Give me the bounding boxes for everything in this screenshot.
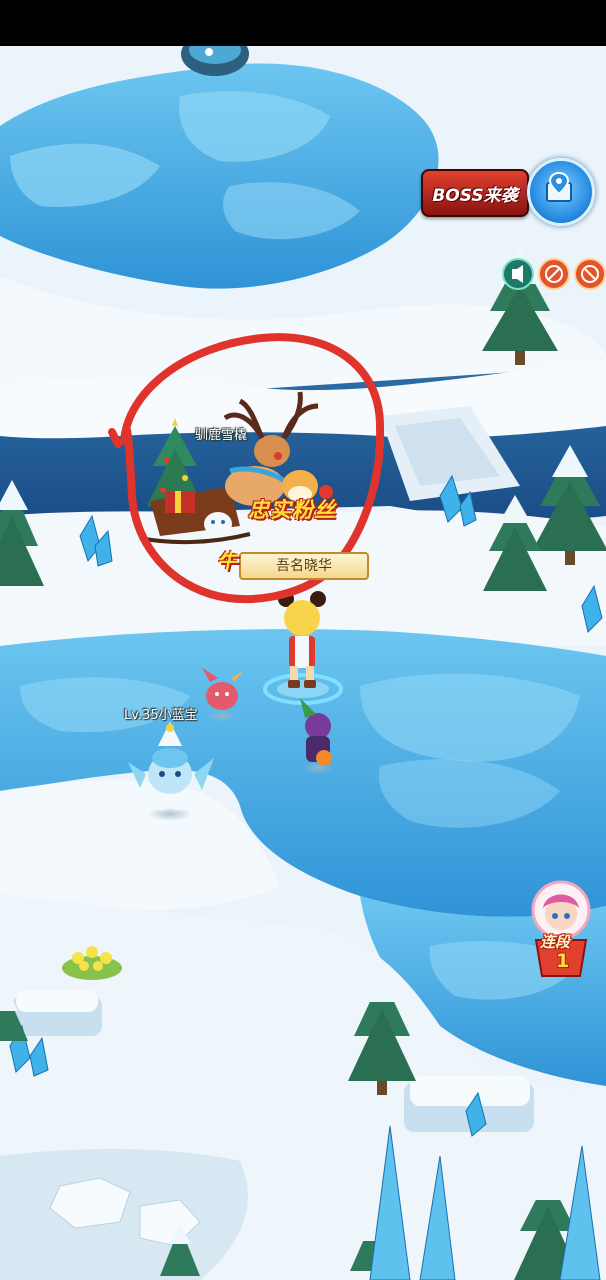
mute-icon [545,265,563,283]
music-toggle-button[interactable] [574,258,606,290]
title-prefix-glyph: 牛 [217,549,237,573]
boss-event-button[interactable]: BOSS来袭 [421,169,529,217]
map-button[interactable] [527,158,595,226]
boss-event-label: BOSS来袭 [432,185,518,206]
mute-button[interactable] [538,258,570,290]
title-banner-text: 忠实粉丝 [248,498,336,522]
player-name-plate[interactable]: 吾名晓华 [239,552,369,580]
pet-level-label: Lv.35小蓝宝 [124,708,198,723]
status-bar [0,0,606,46]
voice-button[interactable] [502,258,534,290]
voice-icon [512,265,523,283]
no-music-icon [581,265,599,283]
mount-name-label: 驯鹿雪橇 [195,428,248,443]
map-pin-icon [546,171,572,202]
game-screen: 驯鹿雪橇 忠实粉丝 牛 吾名晓华 Lv.35小蓝宝 BOSS来袭 连段 1 [0,0,606,1280]
snow-map-background [0,46,606,1280]
game-scene[interactable]: 驯鹿雪橇 忠实粉丝 牛 吾名晓华 Lv.35小蓝宝 BOSS来袭 连段 1 [0,46,606,1280]
fan-title-banner: 忠实粉丝 [217,491,367,529]
combo-label: 连段 [540,933,571,951]
combo-count: 1 [556,950,570,972]
